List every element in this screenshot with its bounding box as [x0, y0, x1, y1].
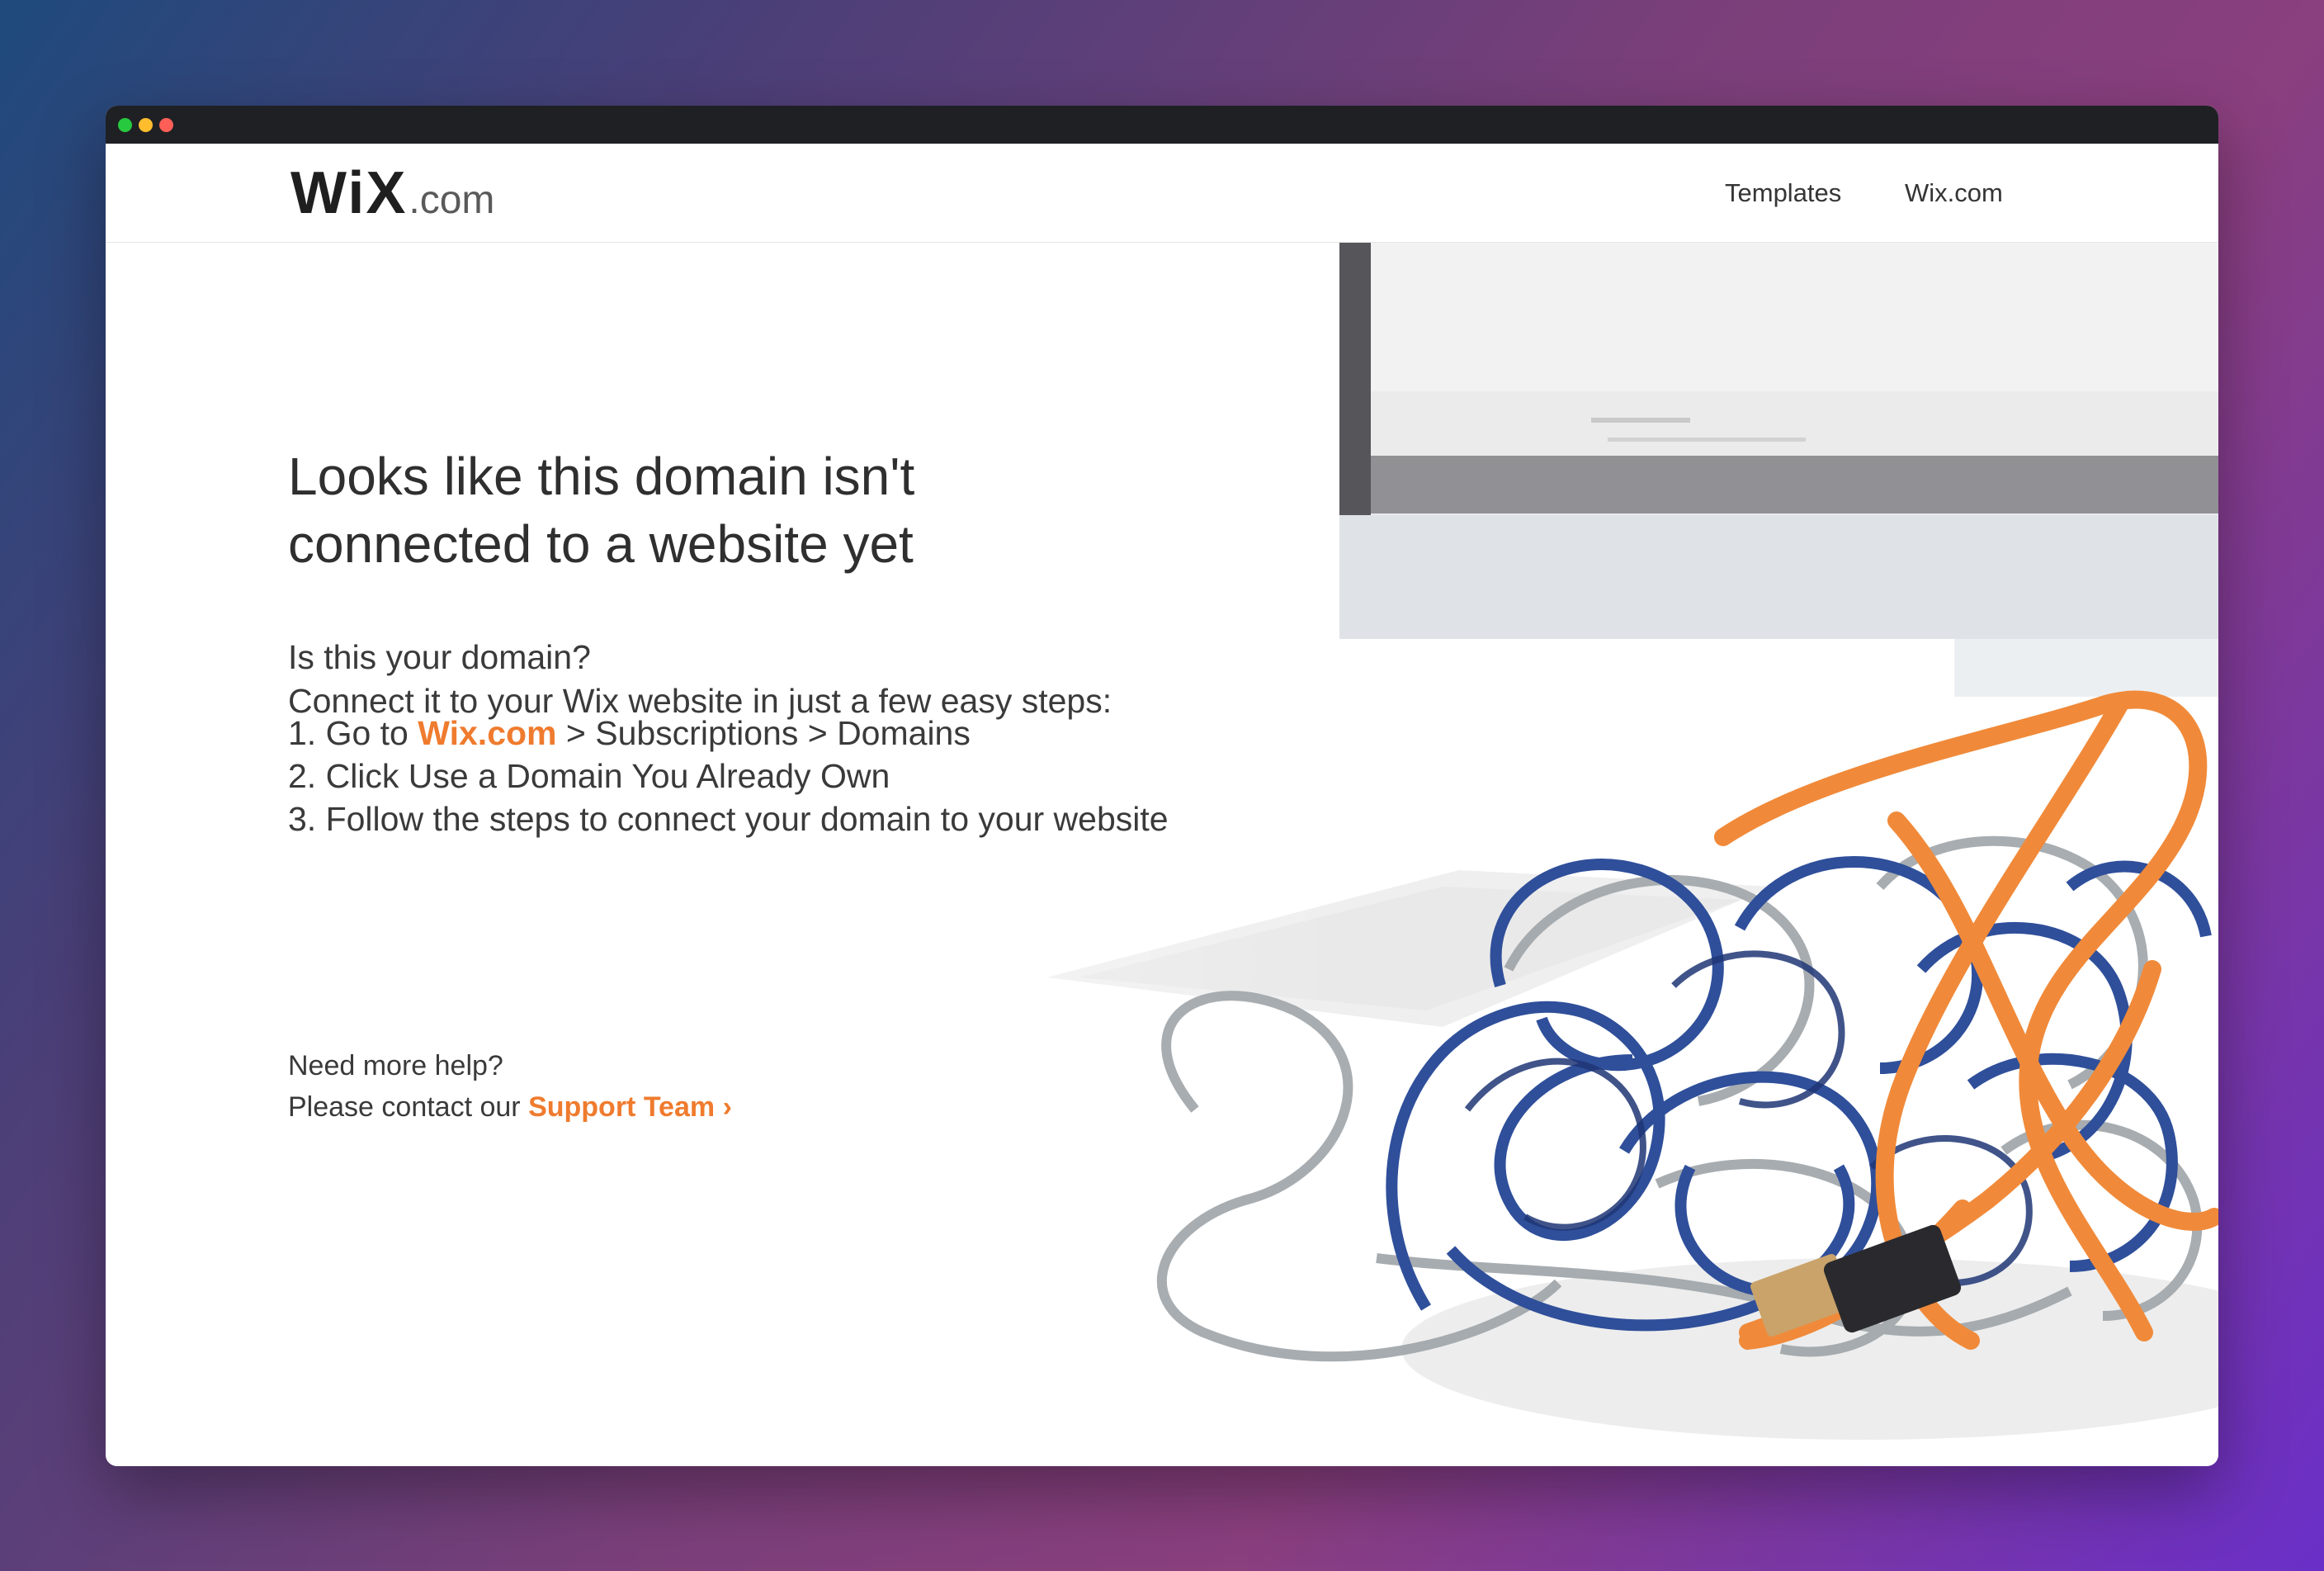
wix-logo[interactable]: WiX .com	[290, 160, 494, 226]
step-3: 3. Follow the steps to connect your doma…	[288, 800, 1169, 838]
window-red-dot[interactable]	[159, 118, 173, 132]
hero-section: Looks like this domain isn't connected t…	[106, 243, 2218, 1466]
step-1: 1. Go to Wix.com > Subscriptions > Domai…	[288, 712, 1443, 755]
tangled-cables-illustration	[106, 243, 2218, 1466]
nav-wixcom-link[interactable]: Wix.com	[1905, 175, 2003, 211]
page-title: Looks like this domain isn't connected t…	[288, 442, 1196, 578]
nav-templates-link[interactable]: Templates	[1725, 175, 1841, 211]
site-header: WiX .com Templates Wix.com	[106, 144, 2218, 243]
steps-list: 1. Go to Wix.com > Subscriptions > Domai…	[288, 712, 1443, 840]
help-line-1: Need more help?	[288, 1050, 503, 1081]
help-prefix: Please contact our	[288, 1091, 529, 1123]
step-2: 2. Click Use a Domain You Already Own	[288, 757, 890, 795]
help-line-2: Please contact our Support Team ›	[288, 1086, 1278, 1128]
intro-line-1: Is this your domain?	[288, 638, 591, 676]
step-1-prefix: 1. Go to	[288, 714, 418, 752]
browser-window: WiX .com Templates Wix.com Looks like th…	[106, 106, 2218, 1466]
window-yellow-dot[interactable]	[139, 118, 153, 132]
intro-text: Is this your domain? Connect it to your …	[288, 636, 1443, 723]
wixcom-step-link[interactable]: Wix.com	[418, 714, 556, 752]
help-section: Need more help? Please contact our Suppo…	[288, 1045, 1278, 1128]
headline-line-1: Looks like this domain isn't	[288, 447, 915, 506]
logo-suffix: .com	[409, 178, 495, 222]
chevron-right-icon: ›	[722, 1091, 732, 1123]
step-1-suffix: > Subscriptions > Domains	[556, 714, 971, 752]
logo-wordmark: WiX	[290, 160, 408, 226]
window-green-dot[interactable]	[118, 118, 132, 132]
support-team-link[interactable]: Support Team ›	[528, 1091, 732, 1123]
support-team-label: Support Team	[528, 1091, 716, 1123]
headline-line-2: connected to a website yet	[288, 514, 914, 574]
window-titlebar	[106, 106, 2218, 144]
